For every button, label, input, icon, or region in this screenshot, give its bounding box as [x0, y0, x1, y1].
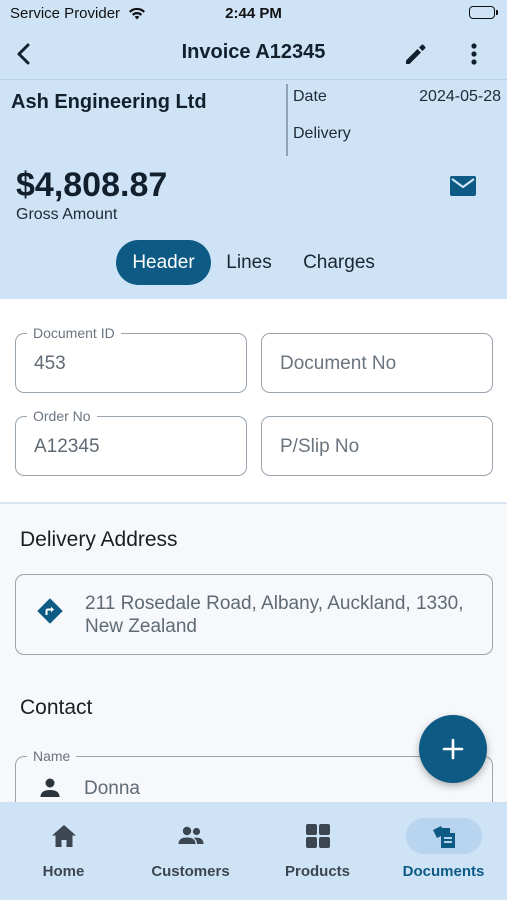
divider [286, 84, 288, 156]
contact-name-value: Donna [84, 778, 140, 799]
order-no-field[interactable]: Order No A12345 [15, 408, 247, 476]
home-icon [50, 822, 78, 850]
people-icon [177, 822, 205, 850]
nav-customers-label: Customers [151, 863, 230, 880]
delivery-label: Delivery [293, 125, 351, 142]
nav-home-label: Home [42, 863, 85, 880]
invoice-summary: Ash Engineering Ltd Date 2024-05-28 Deli… [0, 80, 507, 299]
nav-home[interactable]: Home [0, 802, 127, 900]
contact-title: Contact [20, 696, 93, 719]
gross-amount-label: Gross Amount [16, 206, 118, 223]
delivery-address-value: 211 Rosedale Road, Albany, Auckland, 133… [85, 593, 464, 637]
date-label: Date [293, 88, 327, 105]
pslip-no-field[interactable]: P/Slip No [261, 416, 493, 476]
clock: 2:44 PM [225, 5, 282, 22]
delivery-address-title: Delivery Address [20, 528, 178, 551]
add-button[interactable] [419, 715, 487, 783]
more-vertical-icon[interactable] [458, 38, 490, 70]
gross-amount: $4,808.87 [16, 166, 168, 204]
directions-icon [36, 597, 64, 625]
status-bar: Service Provider 2:44 PM [0, 0, 507, 28]
company-name: Ash Engineering Ltd [11, 91, 207, 113]
tab-lines[interactable]: Lines [218, 240, 280, 285]
nav-products[interactable]: Products [254, 802, 381, 900]
document-no-placeholder: Document No [280, 353, 397, 374]
person-icon [38, 776, 62, 800]
contact-name-label: Name [27, 748, 77, 764]
order-no-value: A12345 [34, 436, 100, 457]
tab-charges[interactable]: Charges [294, 240, 384, 285]
pencil-icon[interactable] [400, 38, 432, 70]
battery-icon [469, 6, 498, 19]
document-no-field[interactable]: Document No [261, 333, 493, 393]
bottom-navigation: Home Customers Products Documents [0, 802, 507, 900]
nav-products-label: Products [284, 863, 350, 880]
document-id-field[interactable]: Document ID 453 [15, 325, 247, 393]
document-id-label: Document ID [27, 325, 121, 341]
plus-icon [442, 738, 464, 760]
tab-header[interactable]: Header [116, 240, 211, 285]
header-fields-card: Document ID 453 Document No Order No A12… [0, 299, 507, 504]
date-value: 2024-05-28 [419, 88, 501, 105]
nav-documents[interactable]: Documents [380, 802, 507, 900]
grid-icon [304, 822, 332, 850]
app-bar: Invoice A12345 [0, 28, 507, 80]
order-no-label: Order No [27, 408, 97, 424]
nav-customers[interactable]: Customers [127, 802, 254, 900]
pslip-no-placeholder: P/Slip No [280, 436, 360, 457]
documents-icon [430, 822, 458, 850]
nav-documents-label: Documents [402, 863, 485, 880]
delivery-address-field[interactable]: 211 Rosedale Road, Albany, Auckland, 133… [15, 574, 493, 655]
document-id-value: 453 [34, 353, 66, 374]
mail-icon[interactable] [448, 174, 478, 198]
